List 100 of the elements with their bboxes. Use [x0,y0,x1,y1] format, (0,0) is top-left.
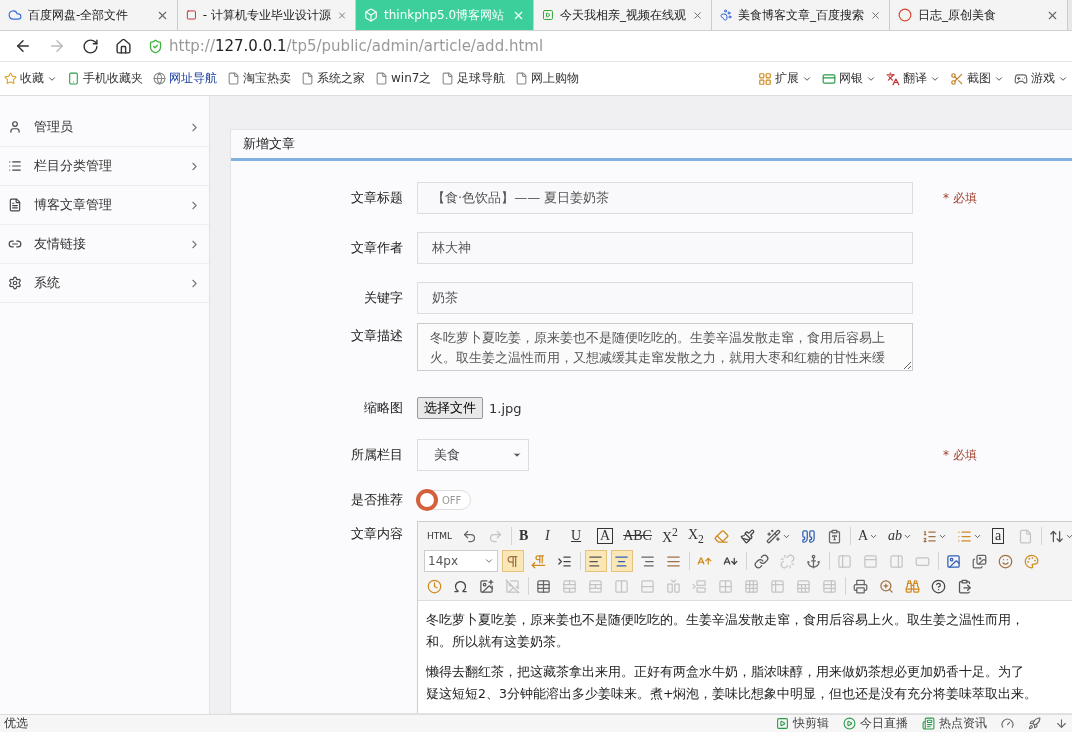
bookmark-link[interactable]: 网上购物 [515,70,580,87]
user-icon [8,120,22,134]
rocket-icon[interactable] [1028,717,1041,730]
text-field[interactable]: 【食·色饮品】—— 夏日姜奶茶 [417,182,913,214]
clipboard-icon [826,528,842,544]
editor-text: 冬吃萝卜夏吃姜，原来姜也不是随便吃吃的。生姜辛温发散走窜，食用后容易上火。取生姜之温性而用， [426,611,1025,629]
status-link[interactable]: 快剪辑 [776,715,829,732]
field-label: 关键字 [363,289,403,307]
bookmark-link[interactable]: 网址导航 [153,70,217,87]
required-note: * 必填 [942,446,978,464]
rich-text-editor[interactable]: HTML B I U A ABC X$^{2}$ X$_{2}$ A ab a 14px 冬吃萝卜夏吃姜，原来姜也不是随便吃吃的。生姜辛温发散走窜，食用后容易上火。取生姜之温性而用， 和。所以就有这姜奶茶。 懒得去翻红茶，把这藏茶拿出来用。正好有两盒水牛奶，脂浓味醇，用来做奶茶想必更加奶香十足。为了 疑这短短2、3分钟能溶出多少姜味来。煮+焖泡，姜味比想象中明显，但也还是没有充分将姜味萃取出来。 [417,521,1072,713]
status-link[interactable]: 热点资讯 [922,715,987,732]
play-icon [542,8,554,22]
caret-icon [484,556,494,566]
format-button[interactable]: ab [885,525,916,547]
box-icon [364,8,378,22]
bookmark-link[interactable]: 系统之家 [301,70,365,87]
bookmark-link[interactable]: 足球导航 [441,70,506,87]
pilcrow-button[interactable] [502,550,524,572]
bookmark-link[interactable]: win7之 [375,70,432,87]
sidebar-item[interactable]: 管理员 [0,108,209,147]
align-center-button[interactable] [611,550,633,572]
clock-icon [427,578,442,594]
format-button[interactable]: A [854,525,882,547]
grid-icon [718,578,733,594]
choose-file-button[interactable]: 选择文件 [417,397,483,419]
format-button[interactable]: X$^{2}$ [658,525,681,547]
align-center-icon [614,553,629,569]
ordered-list-icon [922,528,938,544]
browser-tab[interactable]: 百度网盘-全部文件 [0,0,178,30]
grid-icon [744,578,759,594]
sheet-icon [796,578,811,594]
format-button[interactable]: a [989,525,1012,547]
eraser-icon [713,528,729,544]
format-button[interactable]: X$_{2}$ [684,525,707,547]
description-field[interactable]: 冬吃萝卜夏吃姜，原来姜也不是随便吃吃的。生姜辛温发散走窜，食用后容易上火。取生姜之温性而用，又想减缓其走窜发散之力，就用大枣和红糖的甘性来缓 [417,323,913,371]
browser-tab[interactable]: 今天我相亲_视频在线观 [534,0,712,30]
font-size-select[interactable]: 14px [424,550,498,572]
wand-icon [765,528,781,544]
page-icon [441,72,455,85]
category-select[interactable]: 美食 [417,439,529,471]
forward-icon[interactable] [48,37,66,55]
unlink-icon [780,553,795,569]
reload-icon[interactable] [82,37,99,55]
extension-button[interactable]: 扩展 [758,70,812,87]
image-off-icon [505,578,520,594]
gamepad-icon [1014,71,1028,86]
field-label: 文章作者 [350,239,403,257]
download-icon[interactable] [1055,717,1068,730]
circle-icon [898,8,912,22]
float-left-icon [837,553,852,569]
status-link[interactable]: 今日直播 [843,715,908,732]
gauge-icon[interactable] [1001,717,1014,730]
phone-icon [67,72,80,85]
file-name: 1.jpg [489,400,522,416]
bookmark-link[interactable]: 淘宝热卖 [227,70,291,87]
indent-icon [557,553,572,569]
format-button[interactable]: ABC [620,525,655,547]
back-icon[interactable] [14,37,32,55]
extension-button[interactable]: 游戏 [1014,70,1068,87]
extension-button[interactable]: 截图 [950,70,1004,87]
pilcrow-icon [505,553,520,569]
field-label: 文章标题 [350,189,403,207]
sidebar-item[interactable]: 栏目分类管理 [0,147,209,186]
text-field[interactable]: 奶茶 [417,282,913,314]
bookmark-link[interactable]: 手机收藏夹 [67,70,143,87]
play-icon [776,717,789,730]
omega-icon [453,578,468,594]
pilcrow-left-icon [531,553,546,569]
play-circle-icon [843,717,856,730]
home-icon[interactable] [115,37,132,55]
text-field[interactable]: 林大神 [417,232,913,264]
address-field[interactable]: http://127.0.0.1/tp5/public/admin/article/add.html [169,37,544,55]
format-button[interactable]: B [516,525,539,547]
page-icon [301,72,314,85]
insert-row-icon [692,578,707,594]
bookmark-link[interactable]: 收藏 [4,70,57,87]
star-icon [4,72,17,85]
image-icon [946,553,961,569]
format-button[interactable]: I [542,525,565,547]
browser-tab[interactable]: 美食博客文章_百度搜索 [712,0,890,30]
format-button[interactable]: HTML [424,525,456,547]
bullet-list-icon [957,528,973,544]
browser-tab[interactable]: 日志_原创美食 [890,0,1068,30]
editor-text: 懒得去翻红茶，把这藏茶拿出来用。正好有两盒水牛奶，脂浓味醇，用来做奶茶想必更加奶香十足。为了 [426,663,1025,681]
columns-icon [614,578,629,594]
extension-button[interactable]: 翻译 [886,70,940,87]
palette-icon [1024,553,1039,569]
page-icon [375,72,388,85]
sidebar-item[interactable]: 博客文章管理 [0,186,209,225]
browser-tab[interactable]: - 计算机专业毕业设计源 [178,0,356,30]
settings-icon [8,276,22,290]
sidebar-item[interactable]: 系统 [0,264,209,303]
extension-button[interactable]: 网银 [822,70,876,87]
scissors-icon [950,71,964,86]
format-button[interactable]: U [568,525,591,547]
align-left-button[interactable] [585,550,607,572]
square-icon [186,8,197,22]
sidebar-item[interactable]: 友情链接 [0,225,209,264]
link-icon [754,553,769,569]
